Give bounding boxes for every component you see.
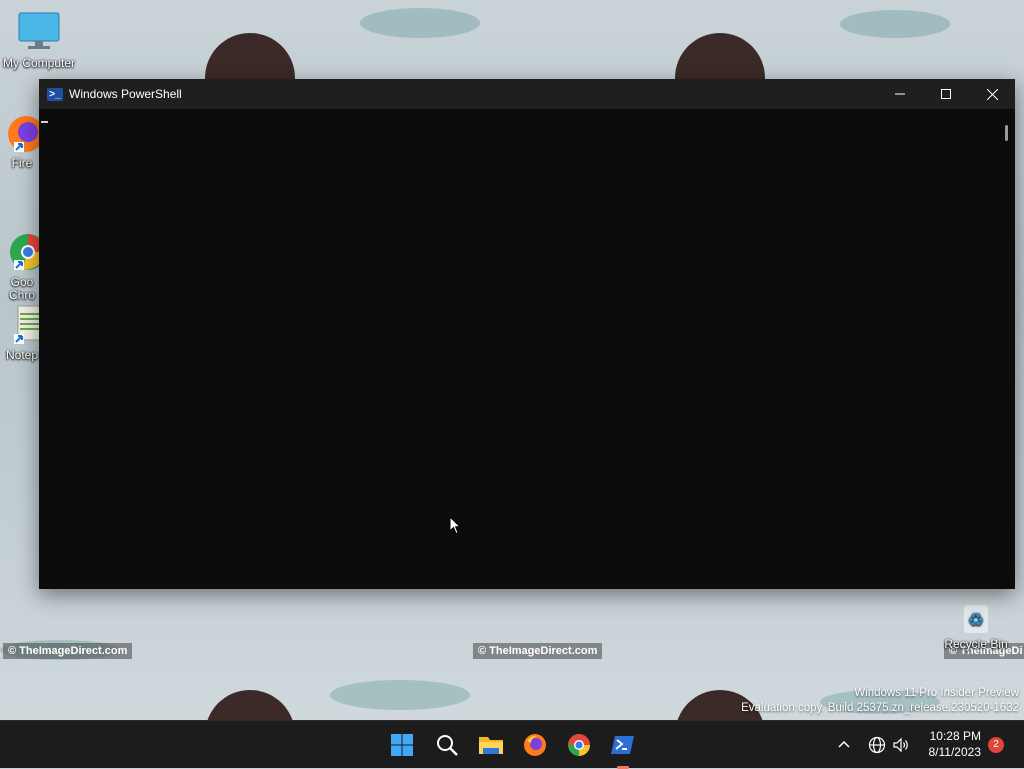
scrollbar-thumb[interactable] [1005, 125, 1008, 141]
search-icon [437, 735, 458, 756]
powershell-window[interactable]: >_ Windows PowerShell [39, 79, 1015, 589]
console-output-area[interactable] [39, 109, 999, 589]
chrome-icon [0, 217, 46, 270]
close-button[interactable] [969, 79, 1015, 109]
taskbar-firefox[interactable] [519, 729, 551, 761]
mouse-pointer-icon [449, 515, 462, 540]
text-cursor [41, 121, 48, 123]
clock-time: 10:28 PM [929, 729, 981, 743]
notepad-icon [0, 304, 44, 348]
maximize-icon [941, 89, 951, 99]
chevron-up-icon [838, 740, 850, 748]
os-build-text: Evaluation copy. Build 25375.zn_release.… [741, 702, 1019, 714]
desktop-icon-label: My Computer [2, 56, 76, 70]
desktop-icon-recycle-bin[interactable]: ♻ Recycle Bin [938, 603, 1014, 651]
recycle-bin-icon: ♻ [960, 603, 992, 635]
maximize-button[interactable] [923, 79, 969, 109]
os-evaluation-watermark: Windows 11 Pro Insider Preview Evaluatio… [741, 686, 1019, 716]
powershell-icon [611, 736, 634, 754]
desktop-icon-my-computer[interactable]: My Computer [1, 10, 77, 70]
firefox-icon [0, 112, 44, 156]
vertical-scrollbar[interactable] [999, 109, 1015, 589]
globe-network-icon [868, 736, 886, 754]
notification-badge[interactable]: 2 [988, 737, 1004, 753]
monitor-icon [17, 10, 61, 54]
network-status-button[interactable] [868, 721, 886, 769]
taskbar: 10:28 PM 8/11/2023 2 [0, 720, 1024, 769]
taskbar-clock[interactable]: 10:28 PM 8/11/2023 [929, 728, 982, 760]
taskbar-chrome[interactable] [563, 729, 595, 761]
speaker-icon [893, 737, 908, 753]
chrome-icon [568, 734, 590, 756]
wallpaper-watermark: © TheImageDirect.com [3, 643, 133, 659]
window-title: Windows PowerShell [69, 87, 182, 101]
window-titlebar[interactable]: >_ Windows PowerShell [39, 79, 1015, 109]
volume-button[interactable] [892, 721, 910, 769]
taskbar-search-button[interactable] [431, 729, 463, 761]
desktop-icon-label: Recycle Bin [944, 637, 1008, 651]
tray-overflow-button[interactable] [836, 721, 852, 769]
minimize-button[interactable] [877, 79, 923, 109]
firefox-icon [524, 734, 546, 756]
svg-text:♻: ♻ [968, 610, 984, 631]
taskbar-file-explorer[interactable] [475, 729, 507, 761]
close-icon [986, 88, 998, 100]
taskbar-powershell[interactable] [607, 729, 639, 761]
os-edition-text: Windows 11 Pro Insider Preview [854, 687, 1019, 699]
folder-icon [479, 737, 503, 754]
minimize-icon [895, 93, 905, 95]
taskbar-start-button[interactable] [386, 729, 418, 761]
windows-start-icon [391, 734, 413, 756]
clock-date: 8/11/2023 [928, 745, 982, 759]
powershell-icon: >_ [47, 87, 63, 101]
wallpaper-watermark: © TheImageDirect.com [473, 643, 603, 659]
